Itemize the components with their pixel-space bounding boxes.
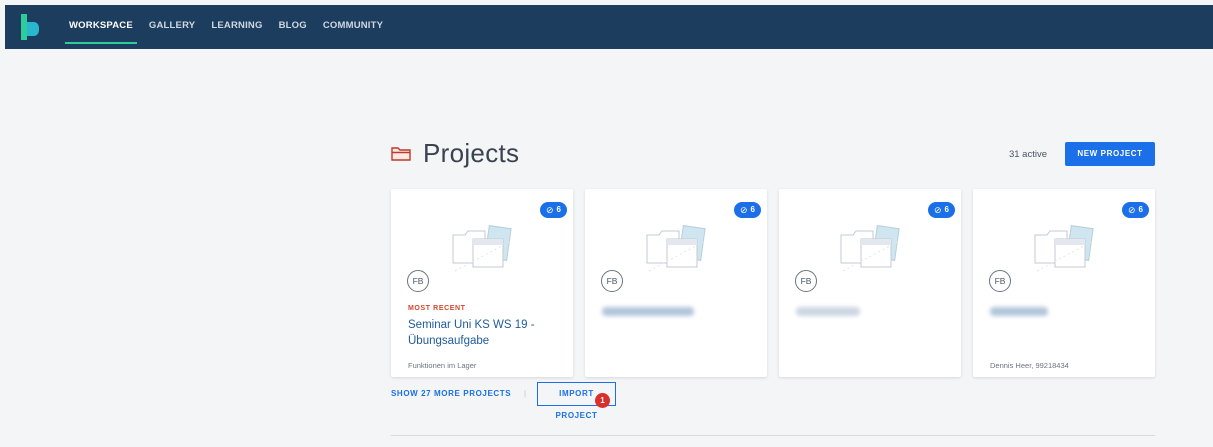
project-subtitle: Dennis Heer, 99218434	[990, 361, 1069, 370]
nav-learning[interactable]: LEARNING	[205, 5, 268, 49]
projects-header: Projects 31 active NEW PROJECT	[391, 138, 1155, 170]
step-marker: 1	[595, 393, 610, 408]
share-badge[interactable]: ⊘ 6	[1122, 202, 1149, 218]
folder-icon	[391, 147, 411, 161]
folder-illustration-icon	[1034, 225, 1094, 272]
share-count: 6	[944, 205, 949, 214]
nav-blog[interactable]: BLOG	[273, 5, 313, 49]
folder-illustration-icon	[646, 225, 706, 272]
project-card[interactable]: ⊘ 6 FB	[585, 189, 767, 377]
avatar: FB	[795, 270, 817, 292]
share-badge[interactable]: ⊘ 6	[540, 202, 567, 218]
active-count: 31 active	[1008, 149, 1047, 160]
share-badge[interactable]: ⊘ 6	[734, 202, 761, 218]
share-badge[interactable]: ⊘ 6	[928, 202, 955, 218]
show-more-projects-link[interactable]: SHOW 27 MORE PROJECTS	[391, 389, 511, 398]
share-count: 6	[750, 205, 755, 214]
blurred-project-title	[796, 307, 860, 316]
share-count: 6	[556, 205, 561, 214]
avatar: FB	[989, 270, 1011, 292]
nav-workspace[interactable]: WORKSPACE	[63, 5, 139, 49]
main-nav: WORKSPACE GALLERY LEARNING BLOG COMMUNIT…	[63, 5, 393, 49]
new-project-button[interactable]: NEW PROJECT	[1065, 142, 1155, 166]
blurred-project-title	[602, 307, 694, 316]
link-icon: ⊘	[740, 205, 748, 215]
app-logo[interactable]	[19, 14, 39, 40]
project-card[interactable]: ⊘ 6 FB	[779, 189, 961, 377]
folder-illustration-icon	[452, 225, 512, 272]
project-cards: ⊘ 6 FB MOST RECENT Seminar Uni KS WS 19 …	[391, 189, 1155, 377]
nav-community[interactable]: COMMUNITY	[317, 5, 389, 49]
nav-gallery[interactable]: GALLERY	[143, 5, 201, 49]
page-title: Projects	[423, 138, 520, 168]
share-count: 6	[1138, 205, 1143, 214]
most-recent-tag: MOST RECENT	[408, 305, 466, 312]
avatar: FB	[601, 270, 623, 292]
project-card[interactable]: ⊘ 6 FB Dennis Heer, 99218434	[973, 189, 1155, 377]
project-card[interactable]: ⊘ 6 FB MOST RECENT Seminar Uni KS WS 19 …	[391, 189, 573, 377]
project-title[interactable]: Seminar Uni KS WS 19 - Übungsaufgabe	[408, 317, 558, 349]
project-subtitle: Funktionen im Lager	[408, 361, 477, 370]
link-icon: ⊘	[1128, 205, 1136, 215]
avatar: FB	[407, 270, 429, 292]
blurred-project-title	[990, 307, 1048, 316]
separator: |	[524, 389, 527, 398]
divider	[391, 435, 1155, 436]
link-icon: ⊘	[546, 205, 554, 215]
link-icon: ⊘	[934, 205, 942, 215]
folder-illustration-icon	[840, 225, 900, 272]
top-navigation-bar: WORKSPACE GALLERY LEARNING BLOG COMMUNIT…	[5, 5, 1213, 49]
